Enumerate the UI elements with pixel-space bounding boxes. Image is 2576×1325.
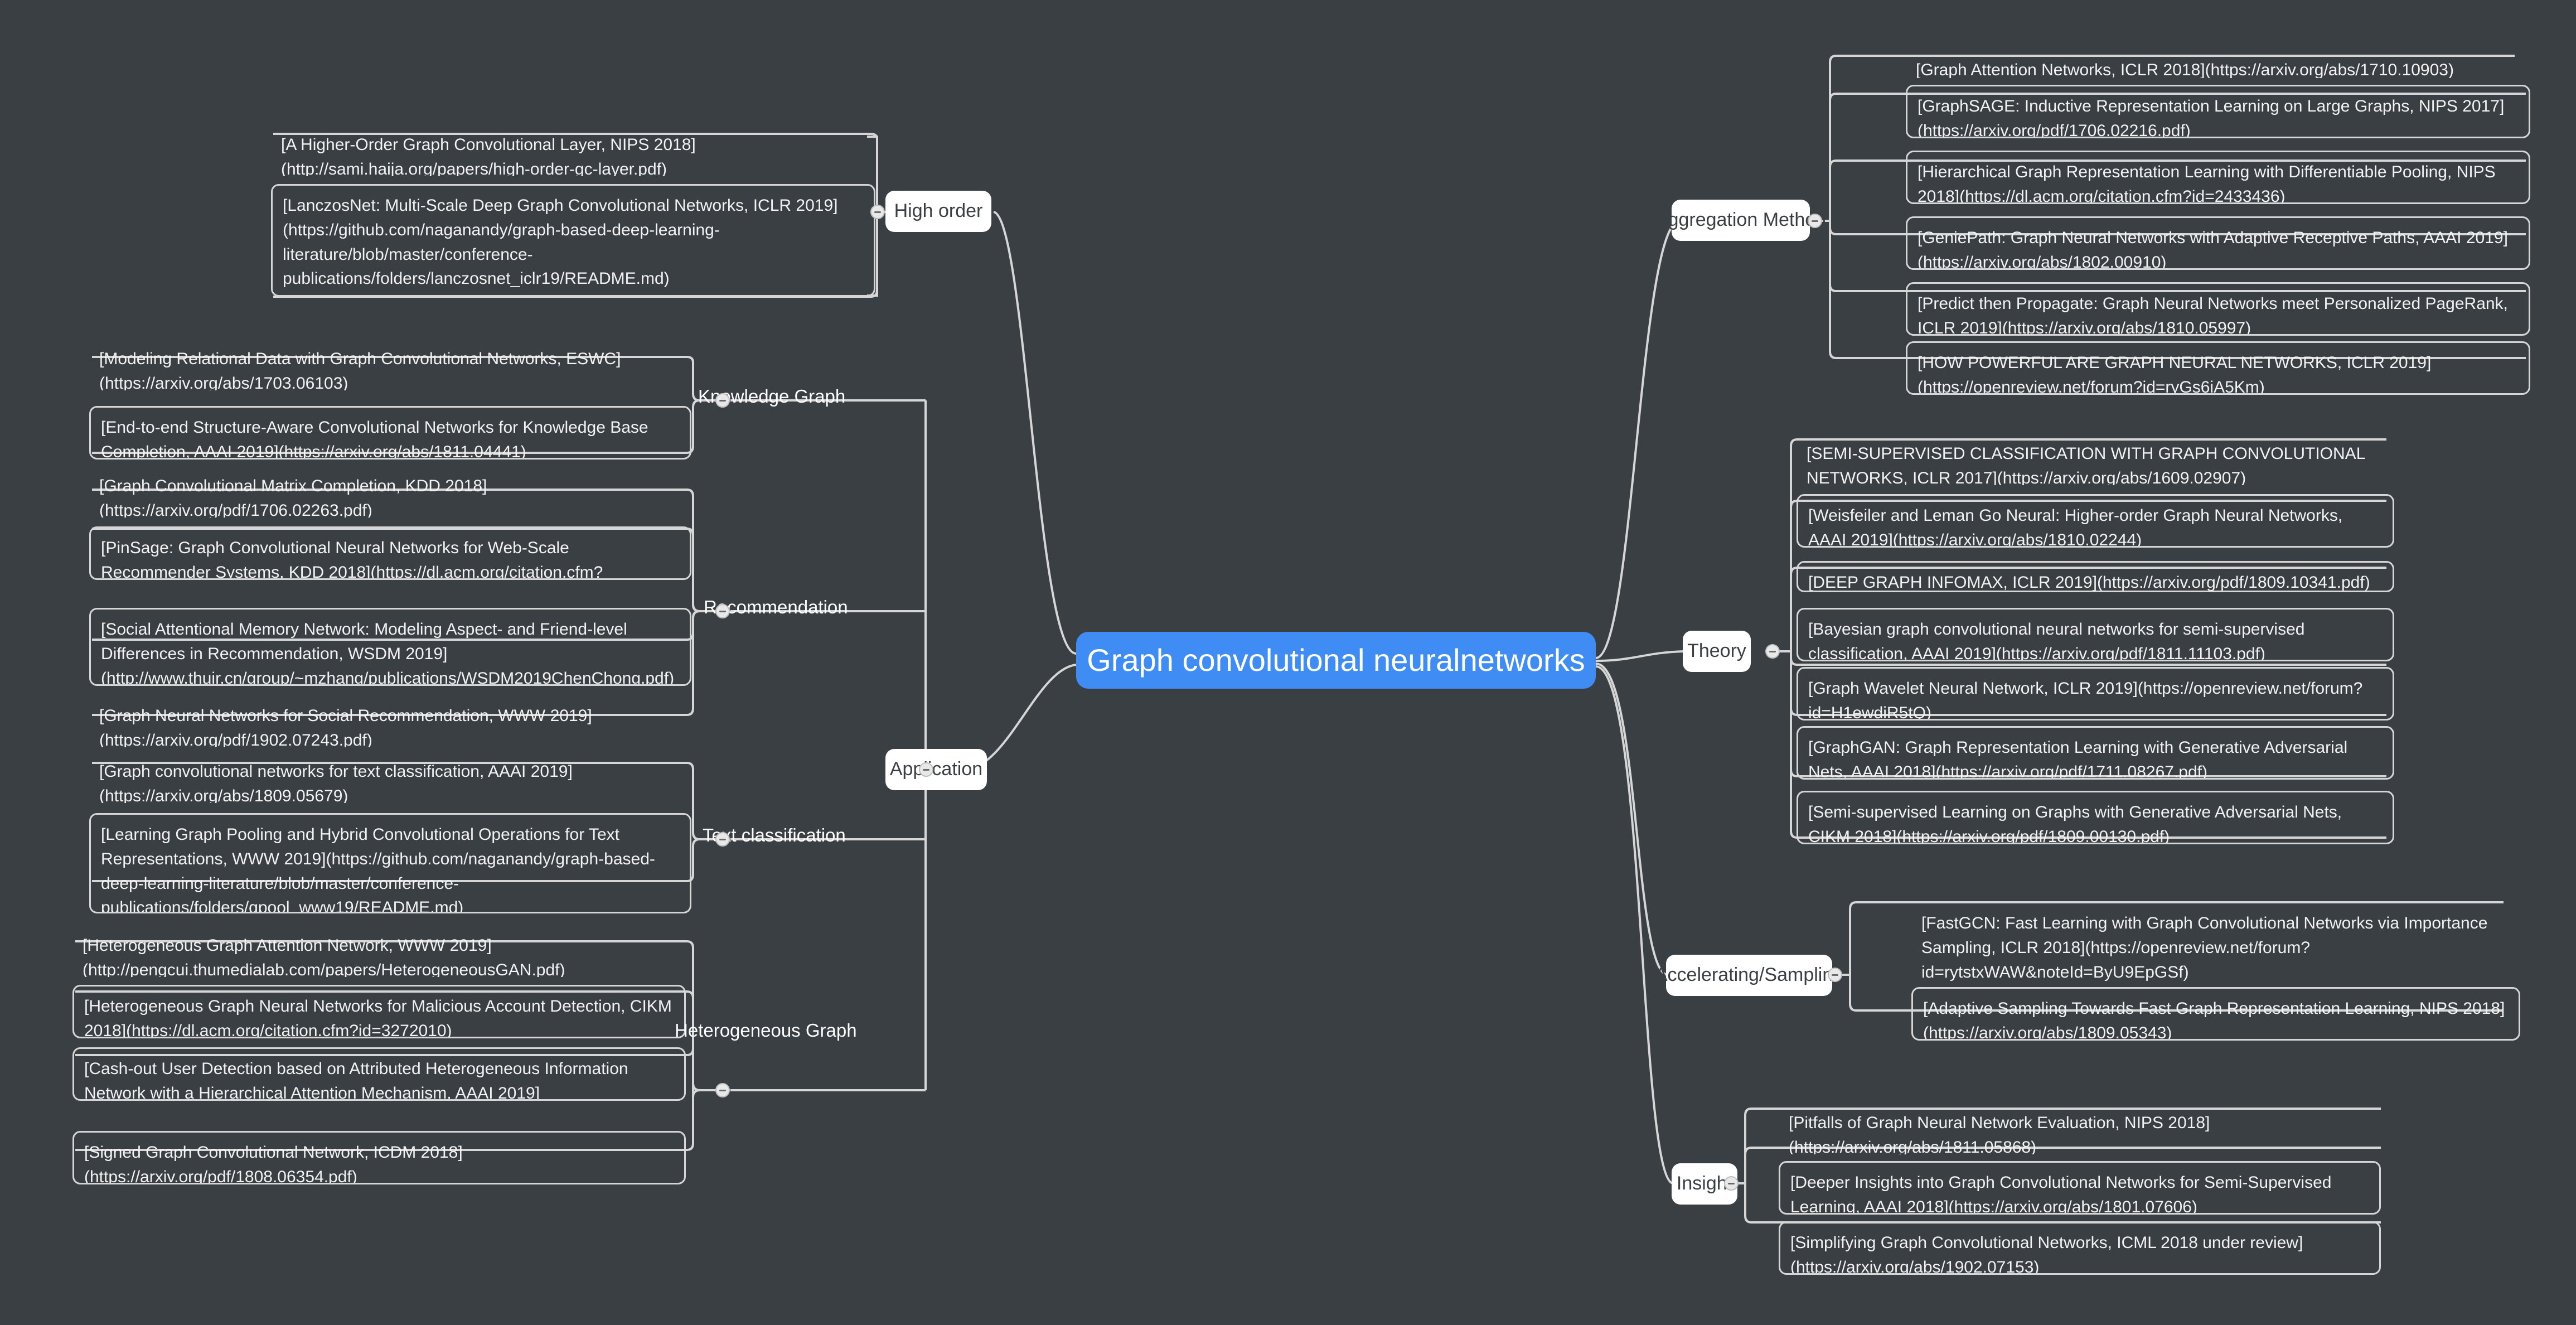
leaf-text: [Predict then Propagate: Graph Neural Ne…	[1918, 294, 2508, 336]
leaf-node[interactable]: [Weisfeiler and Leman Go Neural: Higher-…	[1797, 494, 2394, 548]
leaf-node[interactable]: [Modeling Relational Data with Graph Con…	[89, 339, 691, 390]
leaf-node[interactable]: [Graph Attention Networks, ICLR 2018](ht…	[1906, 50, 2530, 78]
category-node-accelerating-sampling[interactable]: Accelerating/Sampling	[1655, 955, 1843, 996]
leaf-node[interactable]: [DEEP GRAPH INFOMAX, ICLR 2019](https://…	[1797, 561, 2394, 592]
leaf-node[interactable]: [FastGCN: Fast Learning with Graph Convo…	[1911, 903, 2520, 981]
leaf-node[interactable]: [End-to-end Structure-Aware Convolutiona…	[89, 406, 691, 460]
leaf-text: [Bayesian graph convolutional neural net…	[1808, 620, 2305, 661]
collapse-toggle-knowledge-graph[interactable]	[715, 393, 730, 408]
subcategory-text-heterogeneous-graph: Heterogeneous Graph	[675, 1020, 857, 1041]
leaf-node[interactable]: [Hierarchical Graph Representation Learn…	[1906, 151, 2530, 204]
leaf-node[interactable]: [GraphGAN: Graph Representation Learning…	[1797, 726, 2394, 780]
leaf-text: [Hierarchical Graph Representation Learn…	[1918, 163, 2496, 204]
mindmap-canvas: Graph convolutional neuralnetworks High …	[0, 0, 2576, 1325]
collapse-toggle-insight[interactable]	[1724, 1176, 1739, 1191]
category-node-application[interactable]: Application	[885, 749, 987, 790]
leaf-text: [HOW POWERFUL ARE GRAPH NEURAL NETWORKS,…	[1918, 354, 2432, 395]
category-label-accelerating-sampling: Accelerating/Sampling	[1654, 964, 1844, 986]
root-label: Graph convolutional neuralnetworks	[1087, 642, 1585, 678]
leaf-node[interactable]: [Graph Convolutional Matrix Completion, …	[89, 466, 691, 518]
collapse-toggle-recommendation[interactable]	[715, 604, 730, 618]
leaf-text: [Cash-out User Detection based on Attrib…	[84, 1060, 628, 1101]
leaf-node[interactable]: [PinSage: Graph Convolutional Neural Net…	[89, 526, 691, 580]
leaf-text: [FastGCN: Fast Learning with Graph Convo…	[1921, 914, 2488, 981]
leaf-text: [Social Attentional Memory Network: Mode…	[101, 620, 675, 686]
root-node[interactable]: Graph convolutional neuralnetworks	[1076, 632, 1596, 689]
leaf-text: [Pitfalls of Graph Neural Network Evalua…	[1789, 1114, 2210, 1154]
leaf-text: [Weisfeiler and Leman Go Neural: Higher-…	[1808, 506, 2343, 548]
leaf-text: [PinSage: Graph Convolutional Neural Net…	[101, 539, 603, 580]
subcategory-label-heterogeneous-graph[interactable]: Heterogeneous Graph	[675, 1020, 857, 1041]
leaf-text: [Heterogeneous Graph Attention Network, …	[83, 936, 565, 977]
leaf-text: [Graph Attention Networks, ICLR 2018](ht…	[1916, 61, 2454, 78]
leaf-text: [Graph convolutional networks for text c…	[99, 762, 573, 803]
leaf-node[interactable]: [Graph Wavelet Neural Network, ICLR 2019…	[1797, 667, 2394, 720]
leaf-node[interactable]: [SEMI-SUPERVISED CLASSIFICATION WITH GRA…	[1797, 434, 2394, 485]
category-label-high-order: High order	[894, 200, 983, 222]
leaf-text: [GeniePath: Graph Neural Networks with A…	[1918, 229, 2508, 270]
leaf-text: [Signed Graph Convolutional Network, ICD…	[84, 1143, 463, 1184]
leaf-node[interactable]: [Cash-out User Detection based on Attrib…	[72, 1047, 686, 1101]
leaf-text: [Heterogeneous Graph Neural Networks for…	[84, 997, 672, 1038]
collapse-toggle-heterogeneous-graph[interactable]	[715, 1083, 730, 1097]
leaf-node[interactable]: [Signed Graph Convolutional Network, ICD…	[72, 1131, 686, 1184]
leaf-node[interactable]: [Semi-supervised Learning on Graphs with…	[1797, 791, 2394, 844]
leaf-node[interactable]: [Social Attentional Memory Network: Mode…	[89, 608, 691, 686]
leaf-text: [End-to-end Structure-Aware Convolutiona…	[101, 418, 648, 460]
leaf-text: [A Higher-Order Graph Convolutional Laye…	[281, 136, 696, 176]
category-node-high-order[interactable]: High order	[885, 191, 991, 232]
category-label-theory: Theory	[1687, 640, 1746, 662]
leaf-text: [GraphGAN: Graph Representation Learning…	[1808, 738, 2348, 780]
category-label-application: Application	[889, 758, 983, 780]
leaf-node[interactable]: [Simplifying Graph Convolutional Network…	[1779, 1221, 2381, 1275]
leaf-text: [DEEP GRAPH INFOMAX, ICLR 2019](https://…	[1808, 573, 2370, 592]
collapse-toggle-aggregation-method[interactable]	[1808, 214, 1822, 228]
leaf-node[interactable]: [A Higher-Order Graph Convolutional Laye…	[271, 125, 875, 176]
leaf-text: [Adaptive Sampling Towards Fast Graph Re…	[1923, 999, 2505, 1041]
leaf-node[interactable]: [GeniePath: Graph Neural Networks with A…	[1906, 216, 2530, 270]
leaf-node[interactable]: [Deeper Insights into Graph Convolutiona…	[1779, 1161, 2381, 1215]
leaf-node[interactable]: [GraphSAGE: Inductive Representation Lea…	[1906, 85, 2530, 138]
leaf-node[interactable]: [Graph Neural Networks for Social Recomm…	[89, 696, 691, 747]
leaf-node[interactable]: [Graph convolutional networks for text c…	[89, 752, 691, 803]
leaf-node[interactable]: [Heterogeneous Graph Attention Network, …	[72, 926, 686, 977]
collapse-toggle-application[interactable]	[919, 762, 933, 777]
leaf-text: [LanczosNet: Multi-Scale Deep Graph Conv…	[283, 196, 838, 288]
collapse-toggle-text-classification[interactable]	[715, 832, 730, 847]
leaf-node[interactable]: [Bayesian graph convolutional neural net…	[1797, 608, 2394, 661]
leaf-node[interactable]: [Pitfalls of Graph Neural Network Evalua…	[1779, 1103, 2381, 1154]
category-node-theory[interactable]: Theory	[1683, 631, 1751, 672]
leaf-node[interactable]: [Heterogeneous Graph Neural Networks for…	[72, 985, 686, 1038]
leaf-node[interactable]: [Adaptive Sampling Towards Fast Graph Re…	[1911, 987, 2520, 1041]
leaf-text: [Deeper Insights into Graph Convolutiona…	[1790, 1173, 2332, 1215]
leaf-text: [Simplifying Graph Convolutional Network…	[1790, 1234, 2303, 1275]
leaf-text: [SEMI-SUPERVISED CLASSIFICATION WITH GRA…	[1807, 444, 2365, 485]
leaf-text: [Graph Neural Networks for Social Recomm…	[99, 707, 592, 747]
collapse-toggle-theory[interactable]	[1765, 644, 1780, 659]
leaf-text: [Graph Wavelet Neural Network, ICLR 2019…	[1808, 679, 2363, 720]
leaf-node[interactable]: [Predict then Propagate: Graph Neural Ne…	[1906, 282, 2530, 336]
collapse-toggle-high-order[interactable]	[870, 205, 885, 219]
category-label-aggregation-method: Aggregation Method	[1655, 209, 1827, 231]
leaf-text: [Modeling Relational Data with Graph Con…	[99, 350, 621, 390]
leaf-text: [Learning Graph Pooling and Hybrid Convo…	[101, 825, 655, 913]
leaf-node[interactable]: [HOW POWERFUL ARE GRAPH NEURAL NETWORKS,…	[1906, 341, 2530, 395]
leaf-text: [GraphSAGE: Inductive Representation Lea…	[1918, 97, 2505, 138]
leaf-node[interactable]: [LanczosNet: Multi-Scale Deep Graph Conv…	[271, 184, 875, 297]
collapse-toggle-accelerating-sampling[interactable]	[1828, 968, 1842, 982]
category-node-aggregation-method[interactable]: Aggregation Method	[1655, 200, 1826, 241]
leaf-text: [Semi-supervised Learning on Graphs with…	[1808, 803, 2342, 844]
leaf-node[interactable]: [Learning Graph Pooling and Hybrid Convo…	[89, 813, 691, 913]
leaf-text: [Graph Convolutional Matrix Completion, …	[99, 477, 487, 518]
